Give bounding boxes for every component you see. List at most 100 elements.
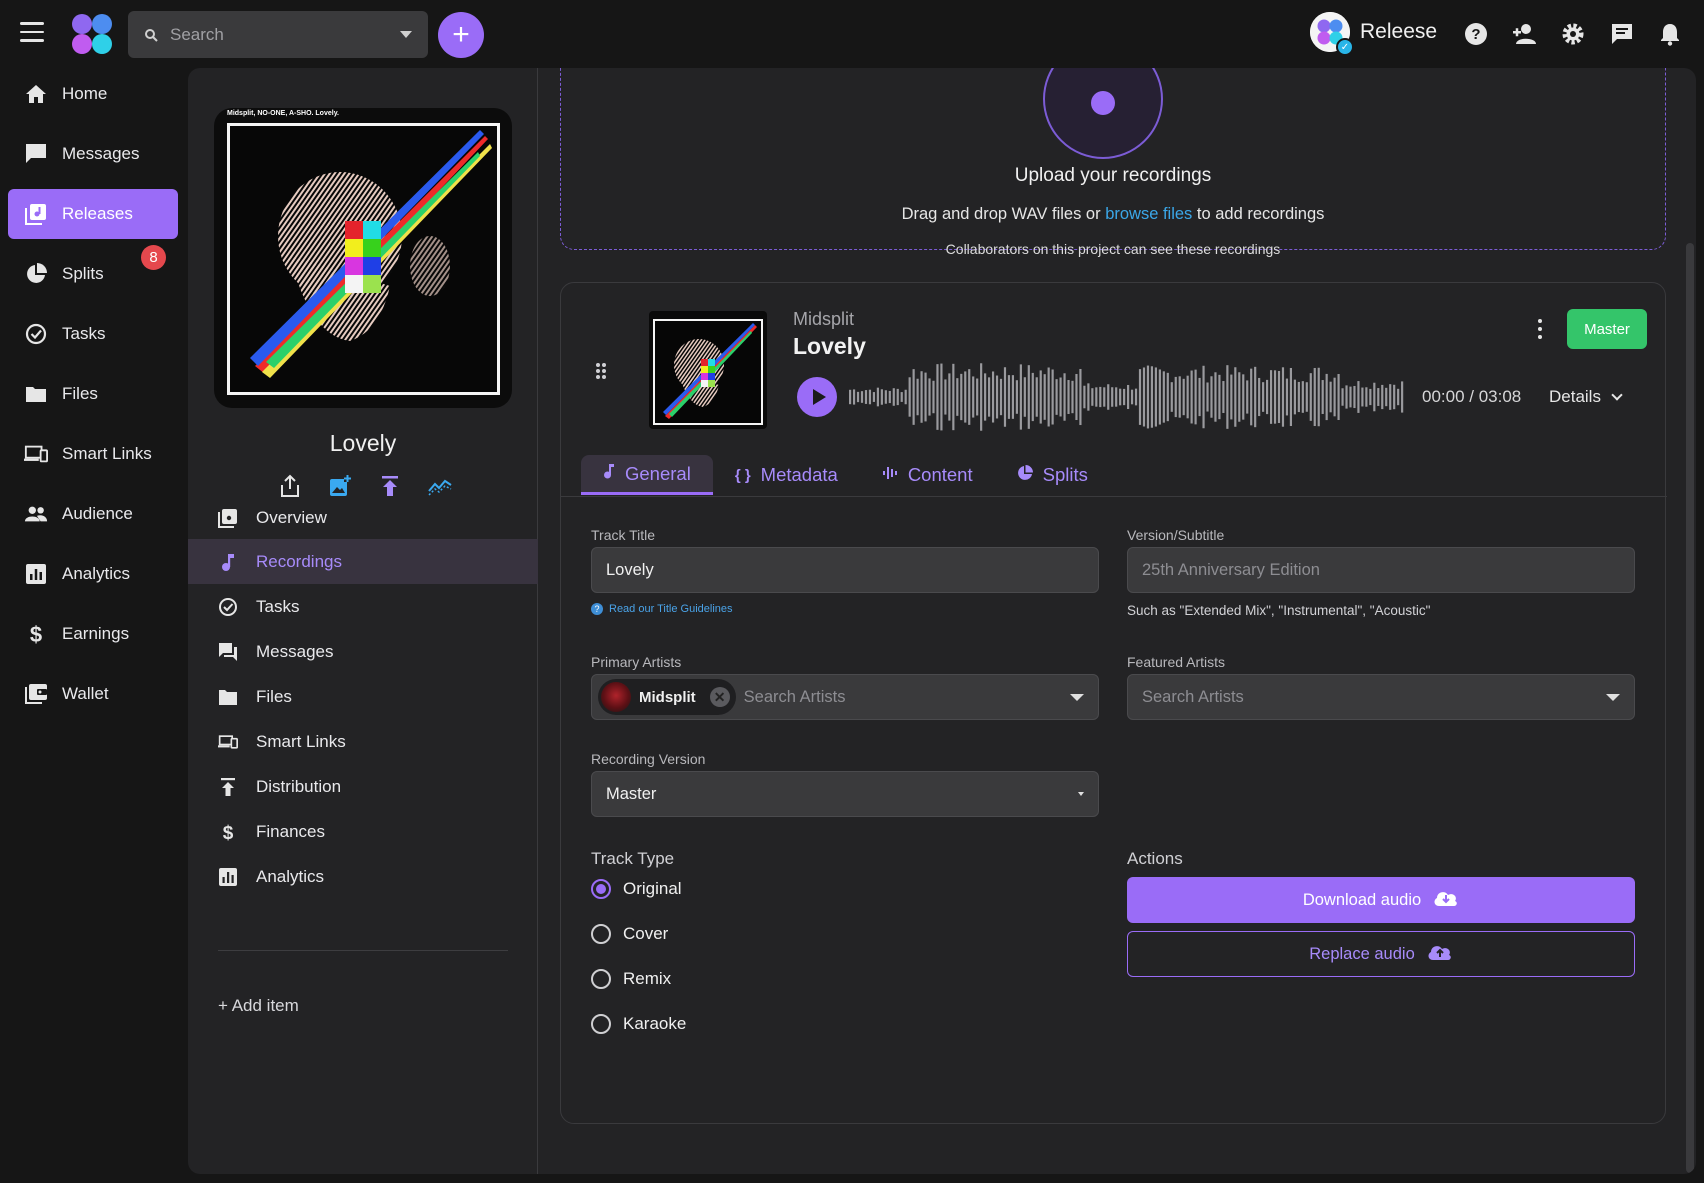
add-user-icon[interactable] — [1511, 20, 1539, 48]
waveform-bar — [1111, 387, 1114, 407]
waveform-bar — [1301, 381, 1304, 413]
waveform[interactable] — [849, 357, 1405, 437]
subnav-finances[interactable]: $ Finances — [188, 809, 538, 854]
featured-artists-placeholder: Search Artists — [1142, 687, 1244, 706]
tab-content[interactable]: Content — [860, 455, 995, 495]
tab-splits[interactable]: Splits — [995, 455, 1110, 495]
gear-icon[interactable] — [1559, 20, 1587, 48]
version-hint: Such as "Extended Mix", "Instrumental", … — [1127, 603, 1431, 618]
drag-handle-icon[interactable] — [595, 361, 609, 381]
radio-cover[interactable]: Cover — [591, 924, 668, 944]
waveform-bar — [1218, 374, 1221, 420]
sidebar-item-analytics[interactable]: Analytics — [8, 549, 178, 599]
chat-icon[interactable] — [1608, 20, 1636, 48]
subnav-distribution[interactable]: Distribution — [188, 764, 538, 809]
menu-icon[interactable] — [20, 22, 44, 42]
subnav-smart-links[interactable]: Smart Links — [188, 719, 538, 764]
waveform-bar — [1393, 384, 1396, 410]
help-icon[interactable]: ? — [1462, 20, 1490, 48]
waveform-bar — [916, 378, 919, 416]
sidebar-item-releases[interactable]: Releases — [8, 189, 178, 239]
waveform-bar — [924, 372, 927, 422]
waveform-bar — [1202, 365, 1205, 429]
radio-label: Cover — [623, 924, 669, 943]
radio-original[interactable]: Original — [591, 879, 682, 899]
browse-files-link[interactable]: browse files — [1105, 205, 1192, 223]
title-guidelines[interactable]: ? Read our Title Guidelines — [591, 603, 733, 615]
waveform-bar — [1206, 382, 1209, 412]
subnav-messages[interactable]: Messages — [188, 629, 538, 674]
waveform-bar — [1119, 388, 1122, 406]
forum-icon — [218, 642, 238, 662]
subnav-overview[interactable]: Overview — [188, 495, 538, 540]
track-title-input[interactable]: Lovely — [591, 547, 1099, 593]
tab-metadata[interactable]: { } Metadata — [713, 455, 860, 495]
more-options-icon[interactable] — [1536, 319, 1544, 341]
add-item-button[interactable]: + Add item — [218, 996, 299, 1016]
waveform-bar — [1071, 380, 1074, 414]
subnav-files[interactable]: Files — [188, 674, 538, 719]
radio-karaoke[interactable]: Karaoke — [591, 1014, 686, 1034]
chevron-down-icon[interactable] — [1606, 693, 1620, 701]
subnav-label: Tasks — [256, 596, 300, 616]
waveform-bar — [999, 378, 1003, 416]
recording-version-label: Recording Version — [591, 751, 706, 767]
recording-version-select[interactable]: Master — [591, 771, 1099, 817]
primary-artists-placeholder: Search Artists — [743, 687, 846, 706]
featured-artists-field[interactable]: Search Artists — [1127, 674, 1635, 720]
sidebar-item-messages[interactable]: Messages — [8, 129, 178, 179]
app-logo[interactable] — [70, 12, 114, 56]
sidebar-item-audience[interactable]: Audience — [8, 489, 178, 539]
download-audio-button[interactable]: Download audio — [1127, 877, 1635, 923]
people-icon — [24, 502, 48, 526]
bell-icon[interactable] — [1656, 20, 1684, 48]
waveform-bar — [1059, 377, 1062, 417]
subnav-tasks[interactable]: Tasks — [188, 584, 538, 629]
subnav-recordings[interactable]: Recordings — [188, 539, 538, 584]
brand-name: Releese — [1360, 20, 1438, 43]
release-cover-art[interactable]: Midsplit, NO-ONE, A-SHO. Lovely. — [214, 108, 512, 408]
scrollbar[interactable] — [1686, 243, 1694, 1173]
sidebar-item-home[interactable]: Home — [8, 69, 178, 119]
dollar-icon: $ — [218, 822, 238, 842]
remove-artist-icon[interactable]: ✕ — [709, 687, 730, 707]
bar-chart-icon — [24, 562, 48, 586]
waveform-bar — [900, 392, 903, 402]
chevron-down-icon[interactable] — [1070, 693, 1084, 701]
waveform-bar — [904, 389, 907, 405]
primary-artists-field[interactable]: Midsplit ✕ Search Artists — [591, 674, 1099, 720]
download-audio-label: Download audio — [1302, 890, 1422, 909]
replace-audio-button[interactable]: Replace audio — [1127, 931, 1635, 977]
waveform-bar — [1075, 373, 1078, 421]
sidebar-item-wallet[interactable]: Wallet — [8, 669, 178, 719]
sidebar-item-label: Releases — [62, 204, 133, 223]
cloud-download-icon — [1433, 889, 1459, 912]
upload-title: Upload your recordings — [1014, 165, 1212, 186]
details-toggle[interactable]: Details — [1549, 387, 1623, 407]
title-guidelines-link[interactable]: Read our Title Guidelines — [609, 603, 733, 615]
artist-chip: Midsplit ✕ — [598, 679, 736, 715]
search-input[interactable]: Search — [128, 11, 428, 58]
account-menu[interactable]: ✓ Releese — [1310, 12, 1438, 56]
svg-text:?: ? — [1471, 26, 1480, 43]
waveform-bar — [995, 375, 999, 419]
search-dropdown-icon[interactable] — [400, 31, 412, 38]
play-button[interactable] — [797, 377, 837, 417]
sidebar-item-smart-links[interactable]: Smart Links — [8, 429, 178, 479]
waveform-bar — [1230, 374, 1233, 420]
subnav-analytics[interactable]: Analytics — [188, 854, 538, 899]
sidebar-item-earnings[interactable]: $ Earnings — [8, 609, 178, 659]
upload-dropzone[interactable]: Upload your recordings Drag and drop WAV… — [560, 68, 1666, 257]
recording-version-value: Master — [606, 784, 657, 803]
create-button[interactable]: + — [438, 12, 484, 58]
version-subtitle-input[interactable]: 25th Anniversary Edition — [1127, 547, 1635, 593]
radio-remix[interactable]: Remix — [591, 969, 671, 989]
devices-icon — [24, 442, 48, 466]
sidebar-item-tasks[interactable]: Tasks — [8, 309, 178, 359]
releases-icon — [218, 508, 238, 528]
tab-general[interactable]: General — [581, 455, 713, 495]
sidebar-item-files[interactable]: Files — [8, 369, 178, 419]
waveform-bar — [856, 391, 860, 403]
track-artwork[interactable] — [649, 311, 767, 429]
waveform-bar — [1039, 370, 1042, 424]
